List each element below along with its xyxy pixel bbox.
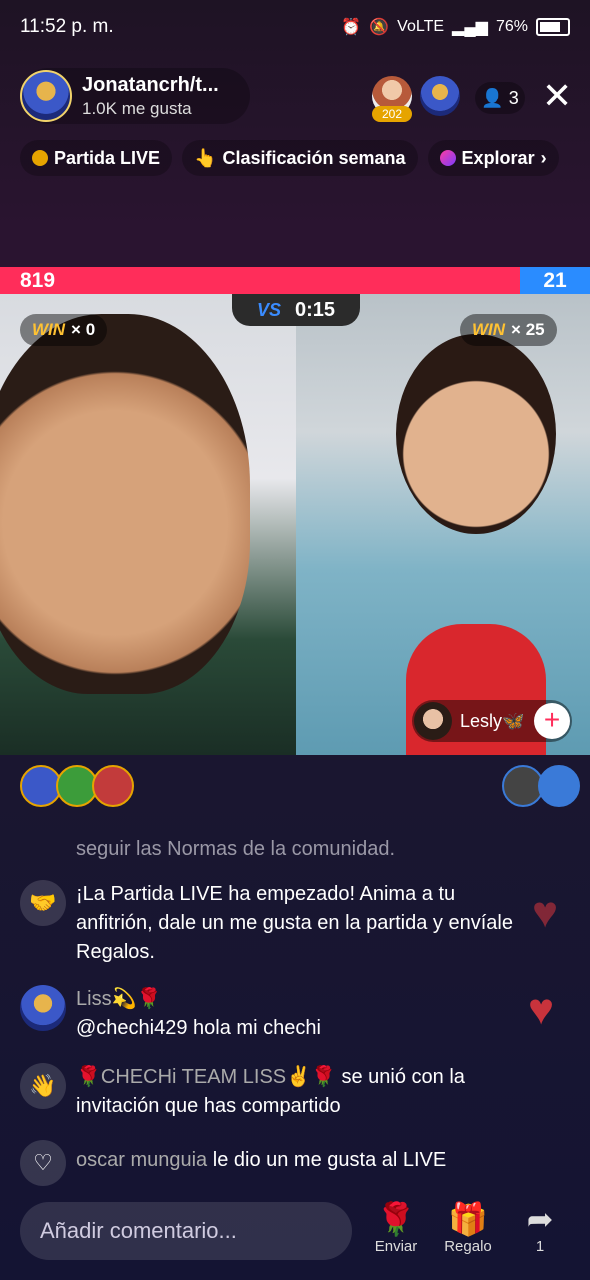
heart-outline-icon: ♡ — [20, 1140, 66, 1186]
handshake-icon: 🤝 — [20, 880, 66, 926]
guest-video[interactable] — [296, 294, 590, 755]
gift-label: Regalo — [444, 1238, 492, 1255]
alarm-icon: ⏰ — [341, 19, 362, 36]
comment-input[interactable]: Añadir comentario... — [20, 1202, 352, 1260]
gift-button[interactable]: 🎁 Regalo — [438, 1200, 498, 1255]
score-right: 21 — [520, 267, 590, 294]
viewer-avatar[interactable] — [420, 76, 460, 116]
hand-icon: 👆 — [194, 147, 217, 168]
host-video[interactable] — [0, 294, 296, 755]
explore-icon — [439, 150, 456, 166]
chip-partida-live[interactable]: Partida LIVE — [20, 140, 173, 176]
user-avatar[interactable] — [20, 985, 66, 1031]
score-left: 819 — [20, 268, 56, 292]
battle-score-bar: 819 21 — [0, 267, 590, 294]
wave-icon: 👋 — [20, 1063, 66, 1109]
viewer-count-button[interactable]: 👤 3 — [475, 82, 525, 114]
heart-icon: ♥ — [532, 888, 559, 937]
rules-note-text: seguir las Normas de la comunidad. — [76, 838, 396, 860]
live-header: Jonatancrh/t... 1.0K me gusta 202 👤 3 ✕ — [20, 68, 572, 128]
viewer-count: 3 — [508, 87, 519, 108]
battery-level: 76% — [495, 18, 528, 35]
chat-system-message: 🤝 ¡La Partida LIVE ha empezado! Anima a … — [20, 880, 560, 967]
rose-icon: 🌹 — [376, 1201, 416, 1237]
guest-face — [396, 334, 556, 534]
rank-badge: 202 — [372, 106, 412, 122]
share-count: 1 — [535, 1238, 545, 1255]
supporter-avatar[interactable] — [92, 765, 134, 807]
status-icons: ⏰ 🔕 VoLTE ▂▄▆ 76% — [341, 17, 570, 37]
gift-icon: 🎁 — [448, 1201, 488, 1237]
chat-username[interactable]: 🌹CHECHi TEAM LISS✌️🌹 — [76, 1066, 336, 1088]
host-face — [0, 314, 250, 694]
chip-label: Explorar — [461, 147, 535, 168]
person-icon: 👤 — [481, 87, 504, 108]
bottom-bar: Añadir comentario... 🌹 Enviar 🎁 Regalo ➦… — [20, 1200, 570, 1262]
chat-join-message: 👋 🌹CHECHi TEAM LISS✌️🌹 se unió con la in… — [20, 1063, 560, 1121]
chip-clasificacion[interactable]: 👆 Clasificación semana — [182, 140, 418, 176]
share-icon: ➦ — [526, 1201, 554, 1237]
signal-icon: ▂▄▆ — [452, 19, 488, 36]
follow-guest-button[interactable]: + — [534, 703, 570, 739]
chat-rules-note: seguir las Normas de la comunidad. — [20, 835, 560, 864]
chat-message-text: le dio un me gusta al LIVE — [212, 1149, 447, 1171]
timer-value: 0:15 — [294, 298, 336, 321]
host-avatar[interactable] — [20, 70, 72, 122]
guest-name: Lesly🦋 — [460, 710, 525, 731]
status-time: 11:52 p. m. — [20, 16, 114, 37]
chat-username[interactable]: oscar munguia — [76, 1149, 207, 1171]
win-label: WIN — [472, 320, 506, 339]
chip-label: Clasificación semana — [222, 147, 406, 168]
chip-label: Partida LIVE — [54, 147, 161, 168]
chip-explorar[interactable]: Explorar › — [427, 140, 559, 176]
win-label: WIN — [32, 320, 66, 339]
win-count-right: × 25 — [511, 320, 545, 339]
heart-icon: ♥ — [528, 985, 555, 1034]
system-message-text: ¡La Partida LIVE ha empezado! Anima a tu… — [76, 883, 513, 963]
share-button[interactable]: ➦ 1 — [510, 1200, 570, 1255]
guest-tag[interactable]: Lesly🦋 + — [412, 700, 572, 742]
host-profile[interactable]: Jonatancrh/t... 1.0K me gusta — [20, 68, 250, 124]
network-label: VoLTE — [397, 18, 445, 35]
chat-username[interactable]: Liss💫🌹 — [76, 985, 321, 1014]
host-supporters — [20, 765, 134, 807]
close-icon[interactable]: ✕ — [542, 78, 572, 114]
guest-supporters — [502, 765, 580, 807]
win-count-left: × 0 — [71, 320, 96, 339]
chat-message: Liss💫🌹 @chechi429 hola mi chechi — [20, 985, 560, 1043]
host-name: Jonatancrh/t... — [82, 73, 219, 96]
chip-row: Partida LIVE 👆 Clasificación semana Expl… — [20, 140, 559, 176]
chat-like-message: ♡ oscar munguia le dio un me gusta al LI… — [20, 1140, 560, 1186]
chat-message-text: @chechi429 hola mi chechi — [76, 1017, 321, 1039]
host-likes: 1.0K me gusta — [82, 98, 192, 118]
supporter-avatar[interactable] — [538, 765, 580, 807]
vs-icon: VS — [256, 299, 281, 320]
battle-timer: VS 0:15 — [232, 294, 360, 326]
status-bar: 11:52 p. m. ⏰ 🔕 VoLTE ▂▄▆ 76% — [0, 0, 590, 54]
chevron-right-icon: › — [540, 147, 547, 168]
win-badge-left: WIN × 0 — [20, 314, 108, 346]
battery-icon — [536, 18, 570, 36]
send-label: Enviar — [374, 1238, 418, 1255]
mute-icon: 🔕 — [369, 19, 390, 36]
win-badge-right: WIN × 25 — [460, 314, 557, 346]
guest-avatar — [414, 702, 452, 740]
send-rose-button[interactable]: 🌹 Enviar — [366, 1200, 426, 1255]
star-icon — [32, 150, 48, 166]
